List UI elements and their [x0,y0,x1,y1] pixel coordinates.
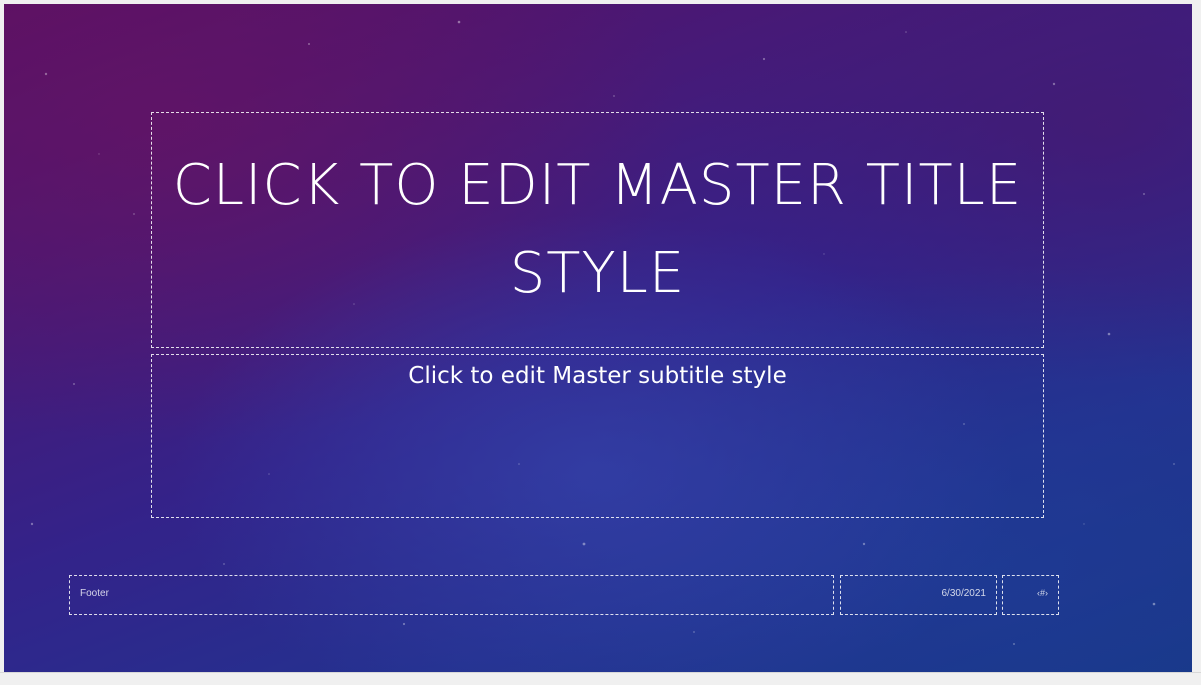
canvas-margin-bottom [0,672,1201,685]
slide-canvas-area: CLICK TO EDIT MASTER TITLE STYLE Click t… [0,0,1201,685]
date-text: 6/30/2021 [941,588,987,599]
slide-title: CLICK TO EDIT MASTER TITLE STYLE [172,153,1023,306]
date-placeholder[interactable]: 6/30/2021 [840,575,997,615]
slide-number-placeholder[interactable]: ‹#› [1002,575,1059,615]
slide-subtitle: Click to edit Master subtitle style [408,363,787,389]
canvas-margin-right [1192,0,1201,685]
title-placeholder[interactable]: CLICK TO EDIT MASTER TITLE STYLE [151,112,1044,348]
subtitle-placeholder[interactable]: Click to edit Master subtitle style [151,354,1044,518]
slide-master-preview[interactable]: CLICK TO EDIT MASTER TITLE STYLE Click t… [4,4,1192,672]
footer-text: Footer [80,588,109,599]
footer-placeholder[interactable]: Footer [69,575,834,615]
slide-number-text: ‹#› [1037,588,1048,598]
